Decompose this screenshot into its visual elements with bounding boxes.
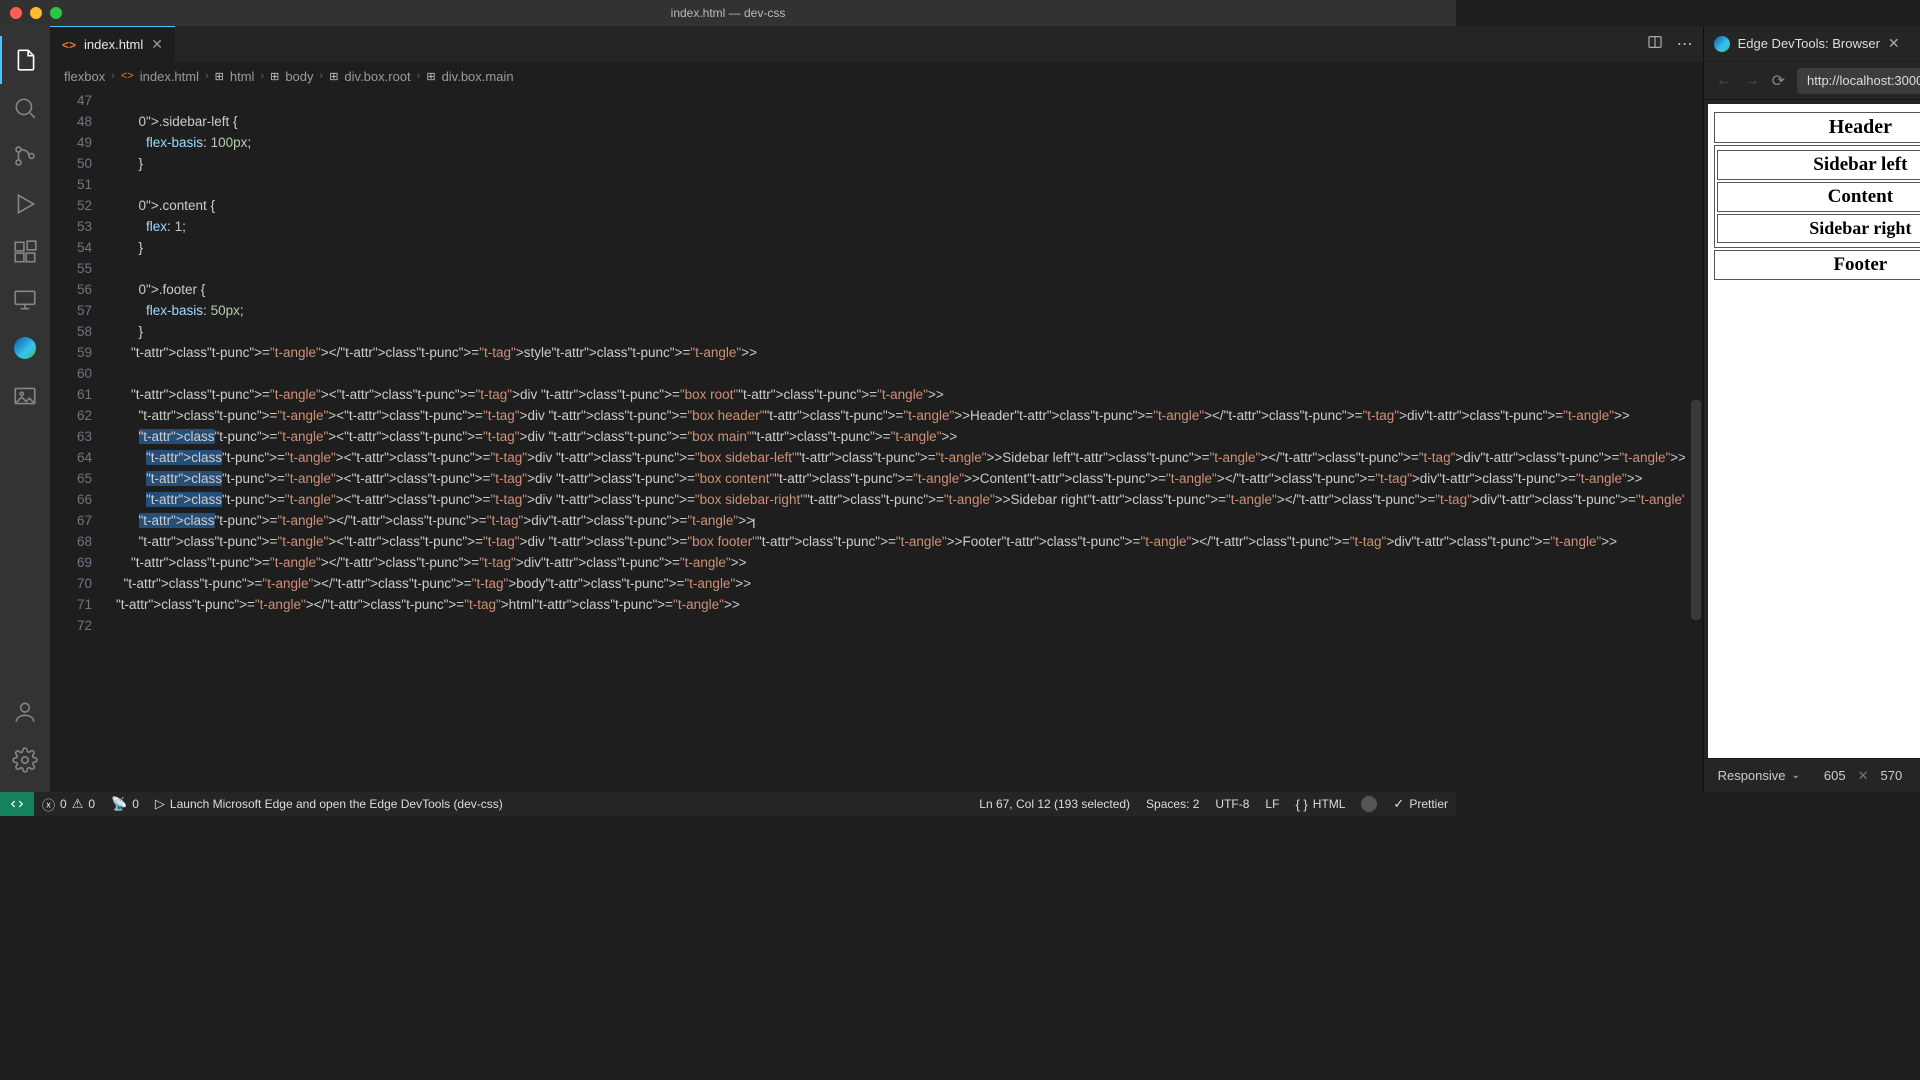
images-icon[interactable] [0, 372, 50, 420]
more-actions-icon[interactable]: ⋯ [1677, 34, 1693, 54]
settings-gear-icon[interactable] [0, 736, 50, 784]
minimize-window-icon[interactable] [30, 7, 42, 19]
chevron-down-icon: ⌄ [1792, 770, 1800, 781]
check-icon: ✓ [1393, 796, 1404, 812]
minimap[interactable] [1685, 90, 1703, 792]
language-mode-button[interactable]: { } HTML [1287, 792, 1353, 816]
tab-index-html[interactable]: <> index.html ✕ [50, 26, 175, 62]
browser-toolbar: ← → ⟳ http://localhost:3000/ [1704, 62, 1920, 100]
prettier-button[interactable]: ✓ Prettier [1385, 792, 1456, 816]
preview-sidebar-left: Sidebar left [1717, 150, 1920, 180]
browser-statusbar: Responsive ⌄ 605 ✕ 570 ⇄ [1704, 758, 1920, 792]
devtools-tab-label: Edge DevTools: Browser [1738, 36, 1880, 51]
tab-label: index.html [84, 37, 143, 52]
titlebar: index.html — dev-css [0, 0, 1456, 26]
copilot-button[interactable] [1353, 792, 1385, 816]
bc-5[interactable]: div.box.main [442, 69, 514, 84]
edge-icon [1714, 36, 1730, 52]
eol-button[interactable]: LF [1257, 792, 1287, 816]
preview-sidebar-right: Sidebar right [1717, 214, 1920, 243]
error-icon: ⓧ [42, 795, 55, 814]
nav-forward-icon[interactable]: → [1744, 72, 1760, 90]
code-icon: { } [1295, 797, 1307, 812]
close-icon[interactable]: ✕ [1888, 35, 1900, 52]
address-bar[interactable]: http://localhost:3000/ [1797, 68, 1920, 94]
account-icon[interactable] [0, 688, 50, 736]
bc-0[interactable]: flexbox [64, 69, 105, 84]
responsive-mode-select[interactable]: Responsive ⌄ [1718, 768, 1800, 783]
code-editor[interactable]: 4748495051525354555657585960616263646566… [50, 90, 1703, 792]
activity-bar [0, 26, 50, 792]
broadcast-icon: 📡 [111, 796, 127, 812]
editor-tabbar: <> index.html ✕ ⋯ [50, 26, 1703, 62]
tab-devtools-browser[interactable]: Edge DevTools: Browser ✕ [1714, 35, 1900, 52]
encoding-button[interactable]: UTF-8 [1207, 792, 1257, 816]
window-title: index.html — dev-css [671, 6, 786, 20]
explorer-icon[interactable] [0, 36, 50, 84]
breadcrumb[interactable]: flexbox › <> index.html › ⊞ html › ⊞ bod… [50, 62, 1703, 90]
remote-button[interactable] [0, 792, 34, 816]
indent-button[interactable]: Spaces: 2 [1138, 792, 1207, 816]
source-control-icon[interactable] [0, 132, 50, 180]
maximize-window-icon[interactable] [50, 7, 62, 19]
preview-content: Content [1717, 182, 1920, 212]
nav-back-icon[interactable]: ← [1716, 72, 1732, 90]
bc-1[interactable]: index.html [140, 69, 199, 84]
bc-4[interactable]: div.box.root [344, 69, 410, 84]
extensions-icon[interactable] [0, 228, 50, 276]
editor-secondary: Edge DevTools: Browser ✕ ⋯ ← → ⟳ http://… [1704, 26, 1920, 792]
ports-button[interactable]: 📡 0 [103, 792, 147, 816]
preview-header: Header [1714, 112, 1920, 143]
run-debug-icon[interactable] [0, 180, 50, 228]
bc-3[interactable]: body [285, 69, 313, 84]
statusbar: ⓧ 0 ⚠ 0 📡 0 ▷ Launch Microsoft Edge and … [0, 792, 1456, 816]
problems-button[interactable]: ⓧ 0 ⚠ 0 [34, 792, 103, 816]
launch-edge-button[interactable]: ▷ Launch Microsoft Edge and open the Edg… [147, 792, 511, 816]
remote-explorer-icon[interactable] [0, 276, 50, 324]
warning-icon: ⚠ [72, 796, 84, 812]
bc-2[interactable]: html [230, 69, 255, 84]
viewport-width[interactable]: 605 [1824, 768, 1846, 783]
preview-footer: Footer [1714, 250, 1920, 280]
close-icon[interactable]: ✕ [151, 36, 163, 53]
preview-main: Sidebar left Content Sidebar right [1714, 145, 1920, 248]
edge-tools-icon[interactable] [0, 324, 50, 372]
close-window-icon[interactable] [10, 7, 22, 19]
reload-icon[interactable]: ⟳ [1772, 71, 1785, 91]
browser-viewport[interactable]: Header Sidebar left Content Sidebar righ… [1708, 104, 1920, 758]
play-icon: ▷ [155, 796, 165, 812]
search-icon[interactable] [0, 84, 50, 132]
cursor-position[interactable]: Ln 67, Col 12 (193 selected) [971, 792, 1138, 816]
window-controls [10, 7, 62, 19]
file-html-icon: <> [62, 38, 76, 52]
editor-primary: <> index.html ✕ ⋯ flexbox › <> index.htm… [50, 26, 1704, 792]
viewport-height[interactable]: 570 [1881, 768, 1903, 783]
split-editor-icon[interactable] [1647, 34, 1663, 55]
